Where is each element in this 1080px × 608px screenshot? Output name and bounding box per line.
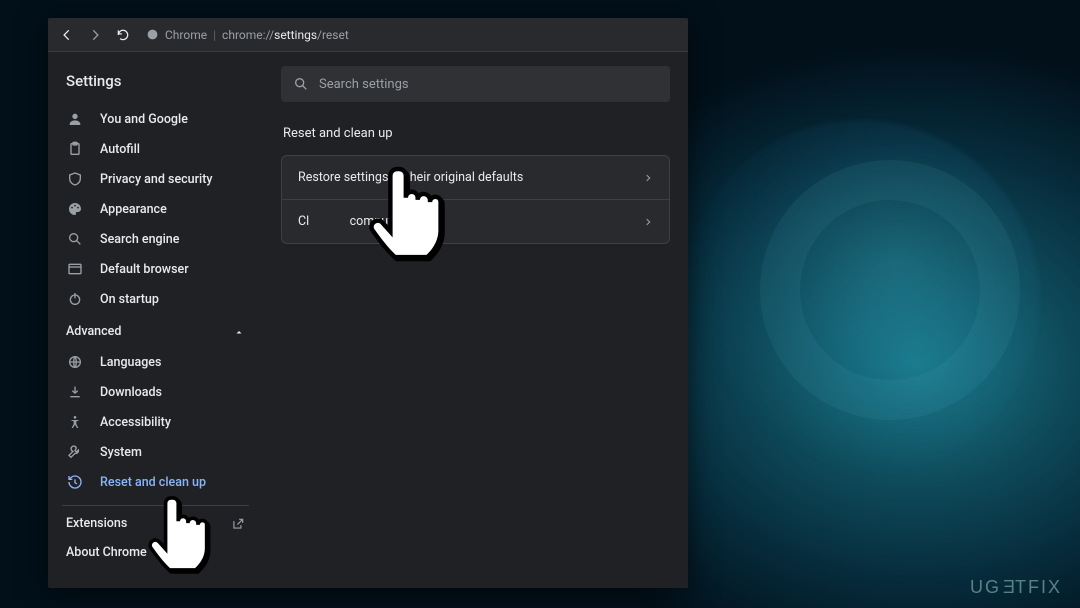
chevron-right-icon — [643, 173, 653, 183]
section-title: Reset and clean up — [283, 126, 670, 141]
chevron-right-icon — [643, 217, 653, 227]
sidebar-item-on-startup[interactable]: On startup — [48, 284, 263, 314]
settings-content: Settings You and Google Autofill Privacy… — [48, 52, 688, 588]
url-suffix: /reset — [317, 28, 349, 42]
url-prefix: chrome:// — [222, 28, 274, 42]
open-external-icon — [231, 517, 245, 531]
download-icon — [66, 383, 84, 401]
sidebar-about[interactable]: About Chrome — [48, 541, 263, 570]
sidebar-extensions[interactable]: Extensions — [48, 506, 263, 541]
sidebar-item-default-browser[interactable]: Default browser — [48, 254, 263, 284]
accessibility-icon — [66, 413, 84, 431]
sidebar-item-label: Appearance — [100, 202, 167, 217]
forward-button[interactable] — [84, 24, 106, 46]
browser-toolbar: Chrome | chrome://settings/reset — [48, 18, 688, 52]
sidebar-item-accessibility[interactable]: Accessibility — [48, 407, 263, 437]
background-swirl-ring — [760, 160, 1020, 420]
clipboard-icon — [66, 140, 84, 158]
advanced-label: Advanced — [66, 324, 121, 339]
sidebar-item-label: Default browser — [100, 262, 189, 277]
reset-card: Restore settings to their original defau… — [281, 155, 670, 244]
watermark: UGETFIX — [970, 577, 1062, 598]
row-label: Clean up computer — [298, 214, 403, 229]
url-mid: settings — [274, 28, 317, 42]
sidebar-title: Settings — [48, 62, 263, 104]
restore-defaults-row[interactable]: Restore settings to their original defau… — [282, 156, 669, 199]
sidebar-item-search-engine[interactable]: Search engine — [48, 224, 263, 254]
search-placeholder: Search settings — [319, 77, 409, 92]
power-icon — [66, 290, 84, 308]
about-label: About Chrome — [66, 545, 147, 560]
sidebar-item-downloads[interactable]: Downloads — [48, 377, 263, 407]
globe-icon — [66, 353, 84, 371]
sidebar-item-system[interactable]: System — [48, 437, 263, 467]
browser-window: Chrome | chrome://settings/reset Setting… — [48, 18, 688, 588]
restore-icon — [66, 473, 84, 491]
sidebar-item-label: You and Google — [100, 112, 188, 127]
sidebar-item-appearance[interactable]: Appearance — [48, 194, 263, 224]
sidebar-item-privacy[interactable]: Privacy and security — [48, 164, 263, 194]
clean-up-computer-row[interactable]: Clean up computer — [282, 199, 669, 243]
browser-icon — [66, 260, 84, 278]
person-icon — [66, 110, 84, 128]
palette-icon — [66, 200, 84, 218]
settings-main: Search settings Reset and clean up Resto… — [263, 52, 688, 588]
sidebar-item-you-and-google[interactable]: You and Google — [48, 104, 263, 134]
extensions-label: Extensions — [66, 516, 127, 531]
address-separator: | — [213, 28, 216, 42]
sidebar-item-label: System — [100, 445, 142, 460]
sidebar-item-reset[interactable]: Reset and clean up — [48, 467, 263, 497]
sidebar-advanced-toggle[interactable]: Advanced — [48, 314, 263, 347]
sidebar-item-languages[interactable]: Languages — [48, 347, 263, 377]
row-label: Restore settings to their original defau… — [298, 170, 523, 185]
wrench-icon — [66, 443, 84, 461]
sidebar-item-label: On startup — [100, 292, 159, 307]
reload-button[interactable] — [112, 24, 134, 46]
sidebar-item-label: Accessibility — [100, 415, 171, 430]
address-bar[interactable]: Chrome | chrome://settings/reset — [140, 28, 349, 42]
sidebar-item-label: Downloads — [100, 385, 162, 400]
site-info-icon[interactable] — [146, 28, 159, 41]
search-icon — [66, 230, 84, 248]
sidebar-item-autofill[interactable]: Autofill — [48, 134, 263, 164]
sidebar-item-label: Search engine — [100, 232, 179, 247]
address-app-name: Chrome — [165, 28, 207, 42]
sidebar-item-label: Languages — [100, 355, 161, 370]
search-icon — [293, 76, 309, 92]
shield-icon — [66, 170, 84, 188]
sidebar-item-label: Privacy and security — [100, 172, 213, 187]
back-button[interactable] — [56, 24, 78, 46]
sidebar-item-label: Autofill — [100, 142, 140, 157]
sidebar-item-label: Reset and clean up — [100, 475, 206, 490]
settings-sidebar: Settings You and Google Autofill Privacy… — [48, 52, 263, 588]
search-settings-input[interactable]: Search settings — [281, 66, 670, 102]
chevron-up-icon — [233, 326, 245, 338]
